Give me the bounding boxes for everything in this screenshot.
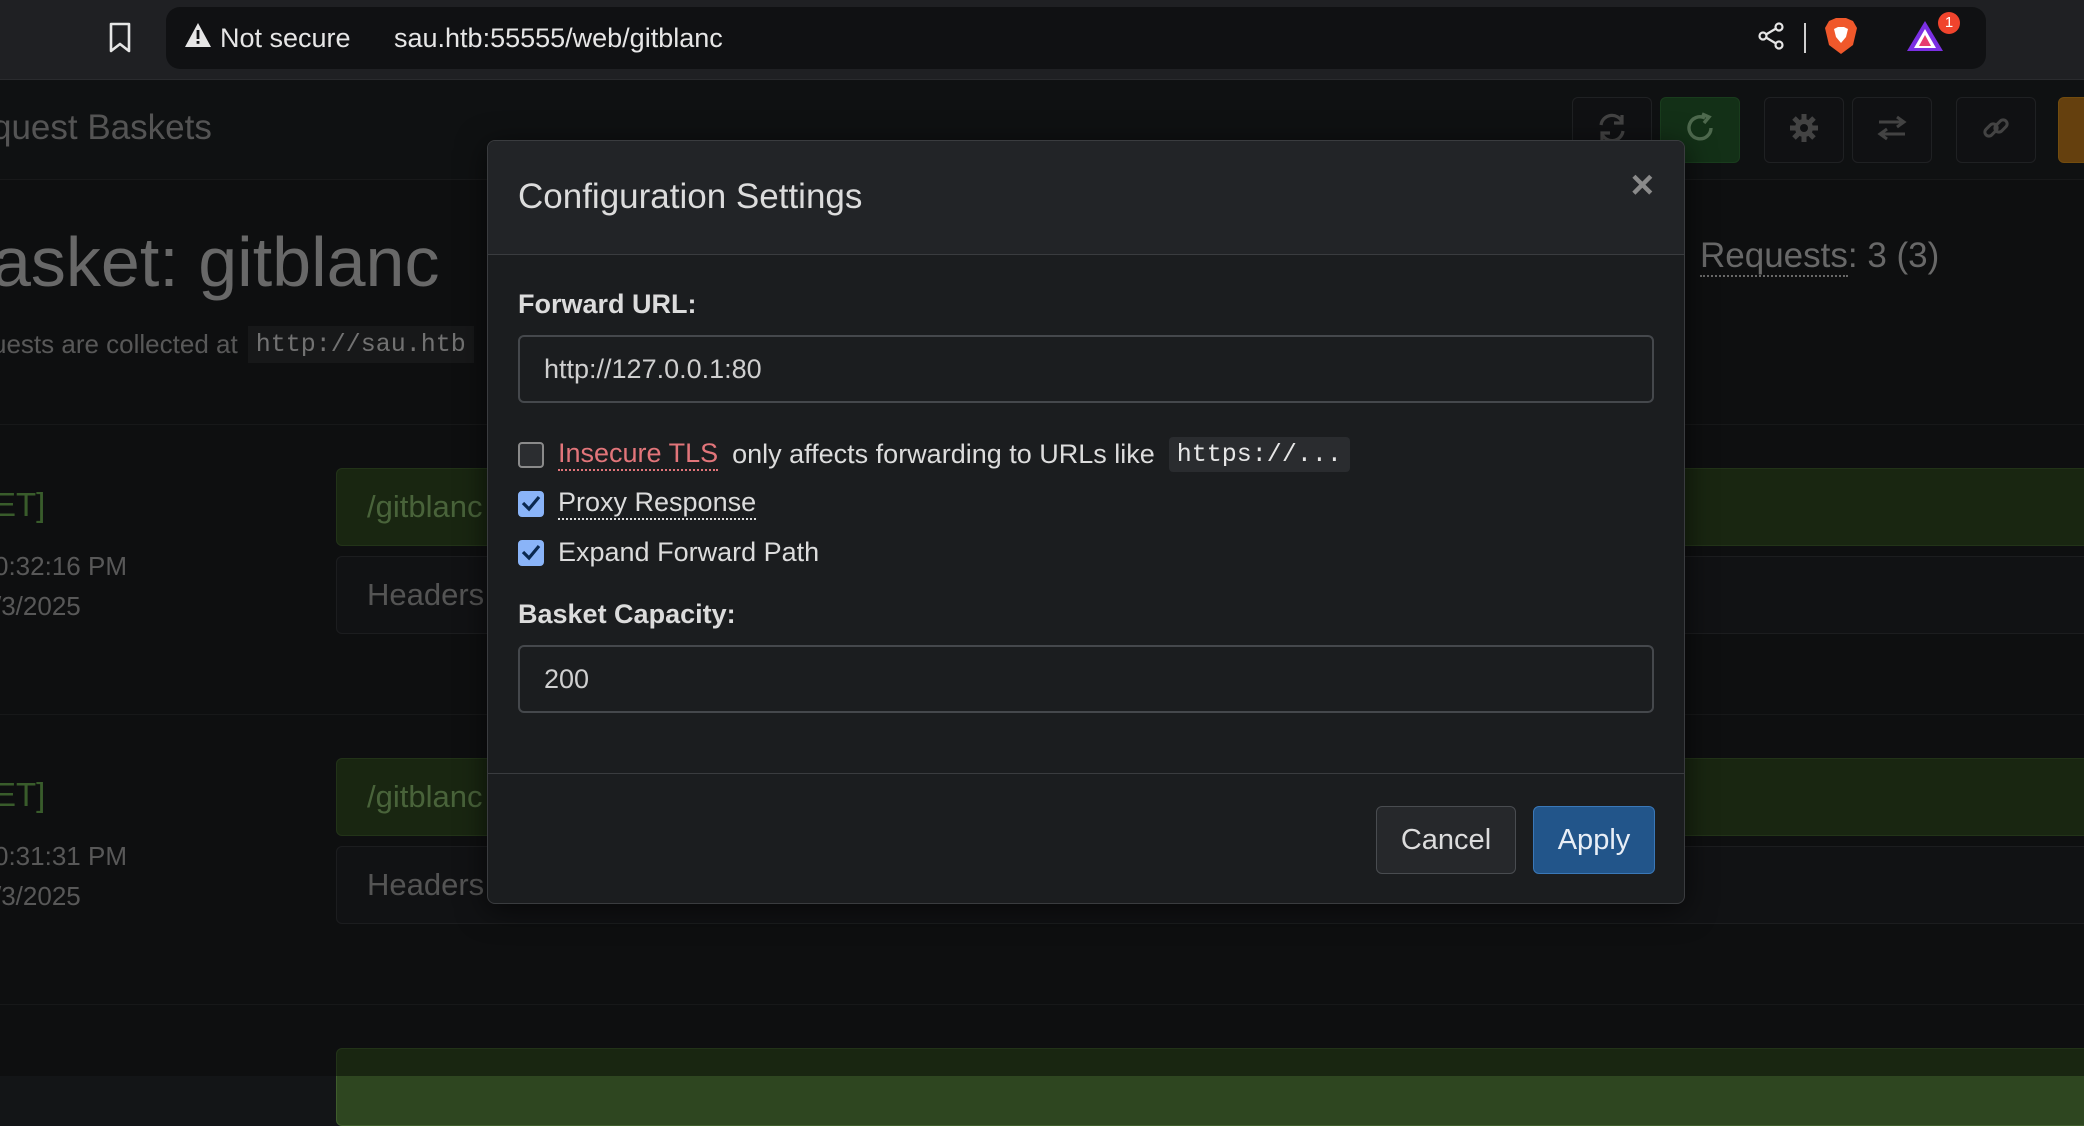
insecure-tls-label[interactable]: Insecure TLS [558, 438, 719, 471]
close-icon[interactable]: × [1631, 165, 1654, 205]
url-text[interactable]: sau.htb:55555/web/gitblanc [394, 7, 723, 69]
expand-path-row: Expand Forward Path [518, 537, 819, 568]
warning-icon [184, 22, 212, 55]
insecure-tls-note: only affects forwarding to URLs like [732, 439, 1155, 469]
address-bar[interactable]: Not secure sau.htb:55555/web/gitblanc 1 [166, 7, 1986, 69]
config-settings-dialog: Configuration Settings × Forward URL: In… [487, 140, 1685, 904]
capacity-input[interactable] [518, 645, 1654, 713]
brave-shields-icon[interactable] [1824, 17, 1858, 60]
insecure-tls-checkbox[interactable] [518, 441, 544, 468]
expand-path-label[interactable]: Expand Forward Path [558, 537, 819, 568]
modal-footer: Cancel Apply [488, 773, 1684, 903]
separator [1804, 23, 1806, 53]
capacity-label: Basket Capacity: [518, 599, 736, 629]
security-label: Not secure [220, 22, 351, 53]
forward-url-label: Forward URL: [518, 289, 697, 319]
share-icon[interactable] [1756, 21, 1786, 56]
cancel-button[interactable]: Cancel [1376, 806, 1516, 874]
expand-path-checkbox[interactable] [518, 537, 544, 568]
modal-header: Configuration Settings × [488, 141, 1684, 255]
modal-title: Configuration Settings [518, 177, 863, 216]
proxy-response-row: Proxy Response [518, 487, 757, 520]
checkmark-icon [521, 488, 541, 519]
security-indicator[interactable]: Not secure [184, 7, 351, 69]
apply-button[interactable]: Apply [1533, 806, 1655, 874]
checkmark-icon [521, 537, 541, 568]
notification-badge: 1 [1938, 11, 1960, 34]
insecure-tls-row: Insecure TLS only affects forwarding to … [518, 437, 1350, 472]
forward-url-input[interactable] [518, 335, 1654, 403]
brave-rewards-icon[interactable]: 1 [1906, 11, 1960, 57]
proxy-response-checkbox[interactable] [518, 488, 544, 519]
https-code: https://... [1168, 437, 1350, 472]
bookmark-icon[interactable] [100, 18, 140, 58]
proxy-response-label[interactable]: Proxy Response [558, 487, 757, 520]
browser-toolbar: Not secure sau.htb:55555/web/gitblanc 1 [0, 0, 2084, 80]
